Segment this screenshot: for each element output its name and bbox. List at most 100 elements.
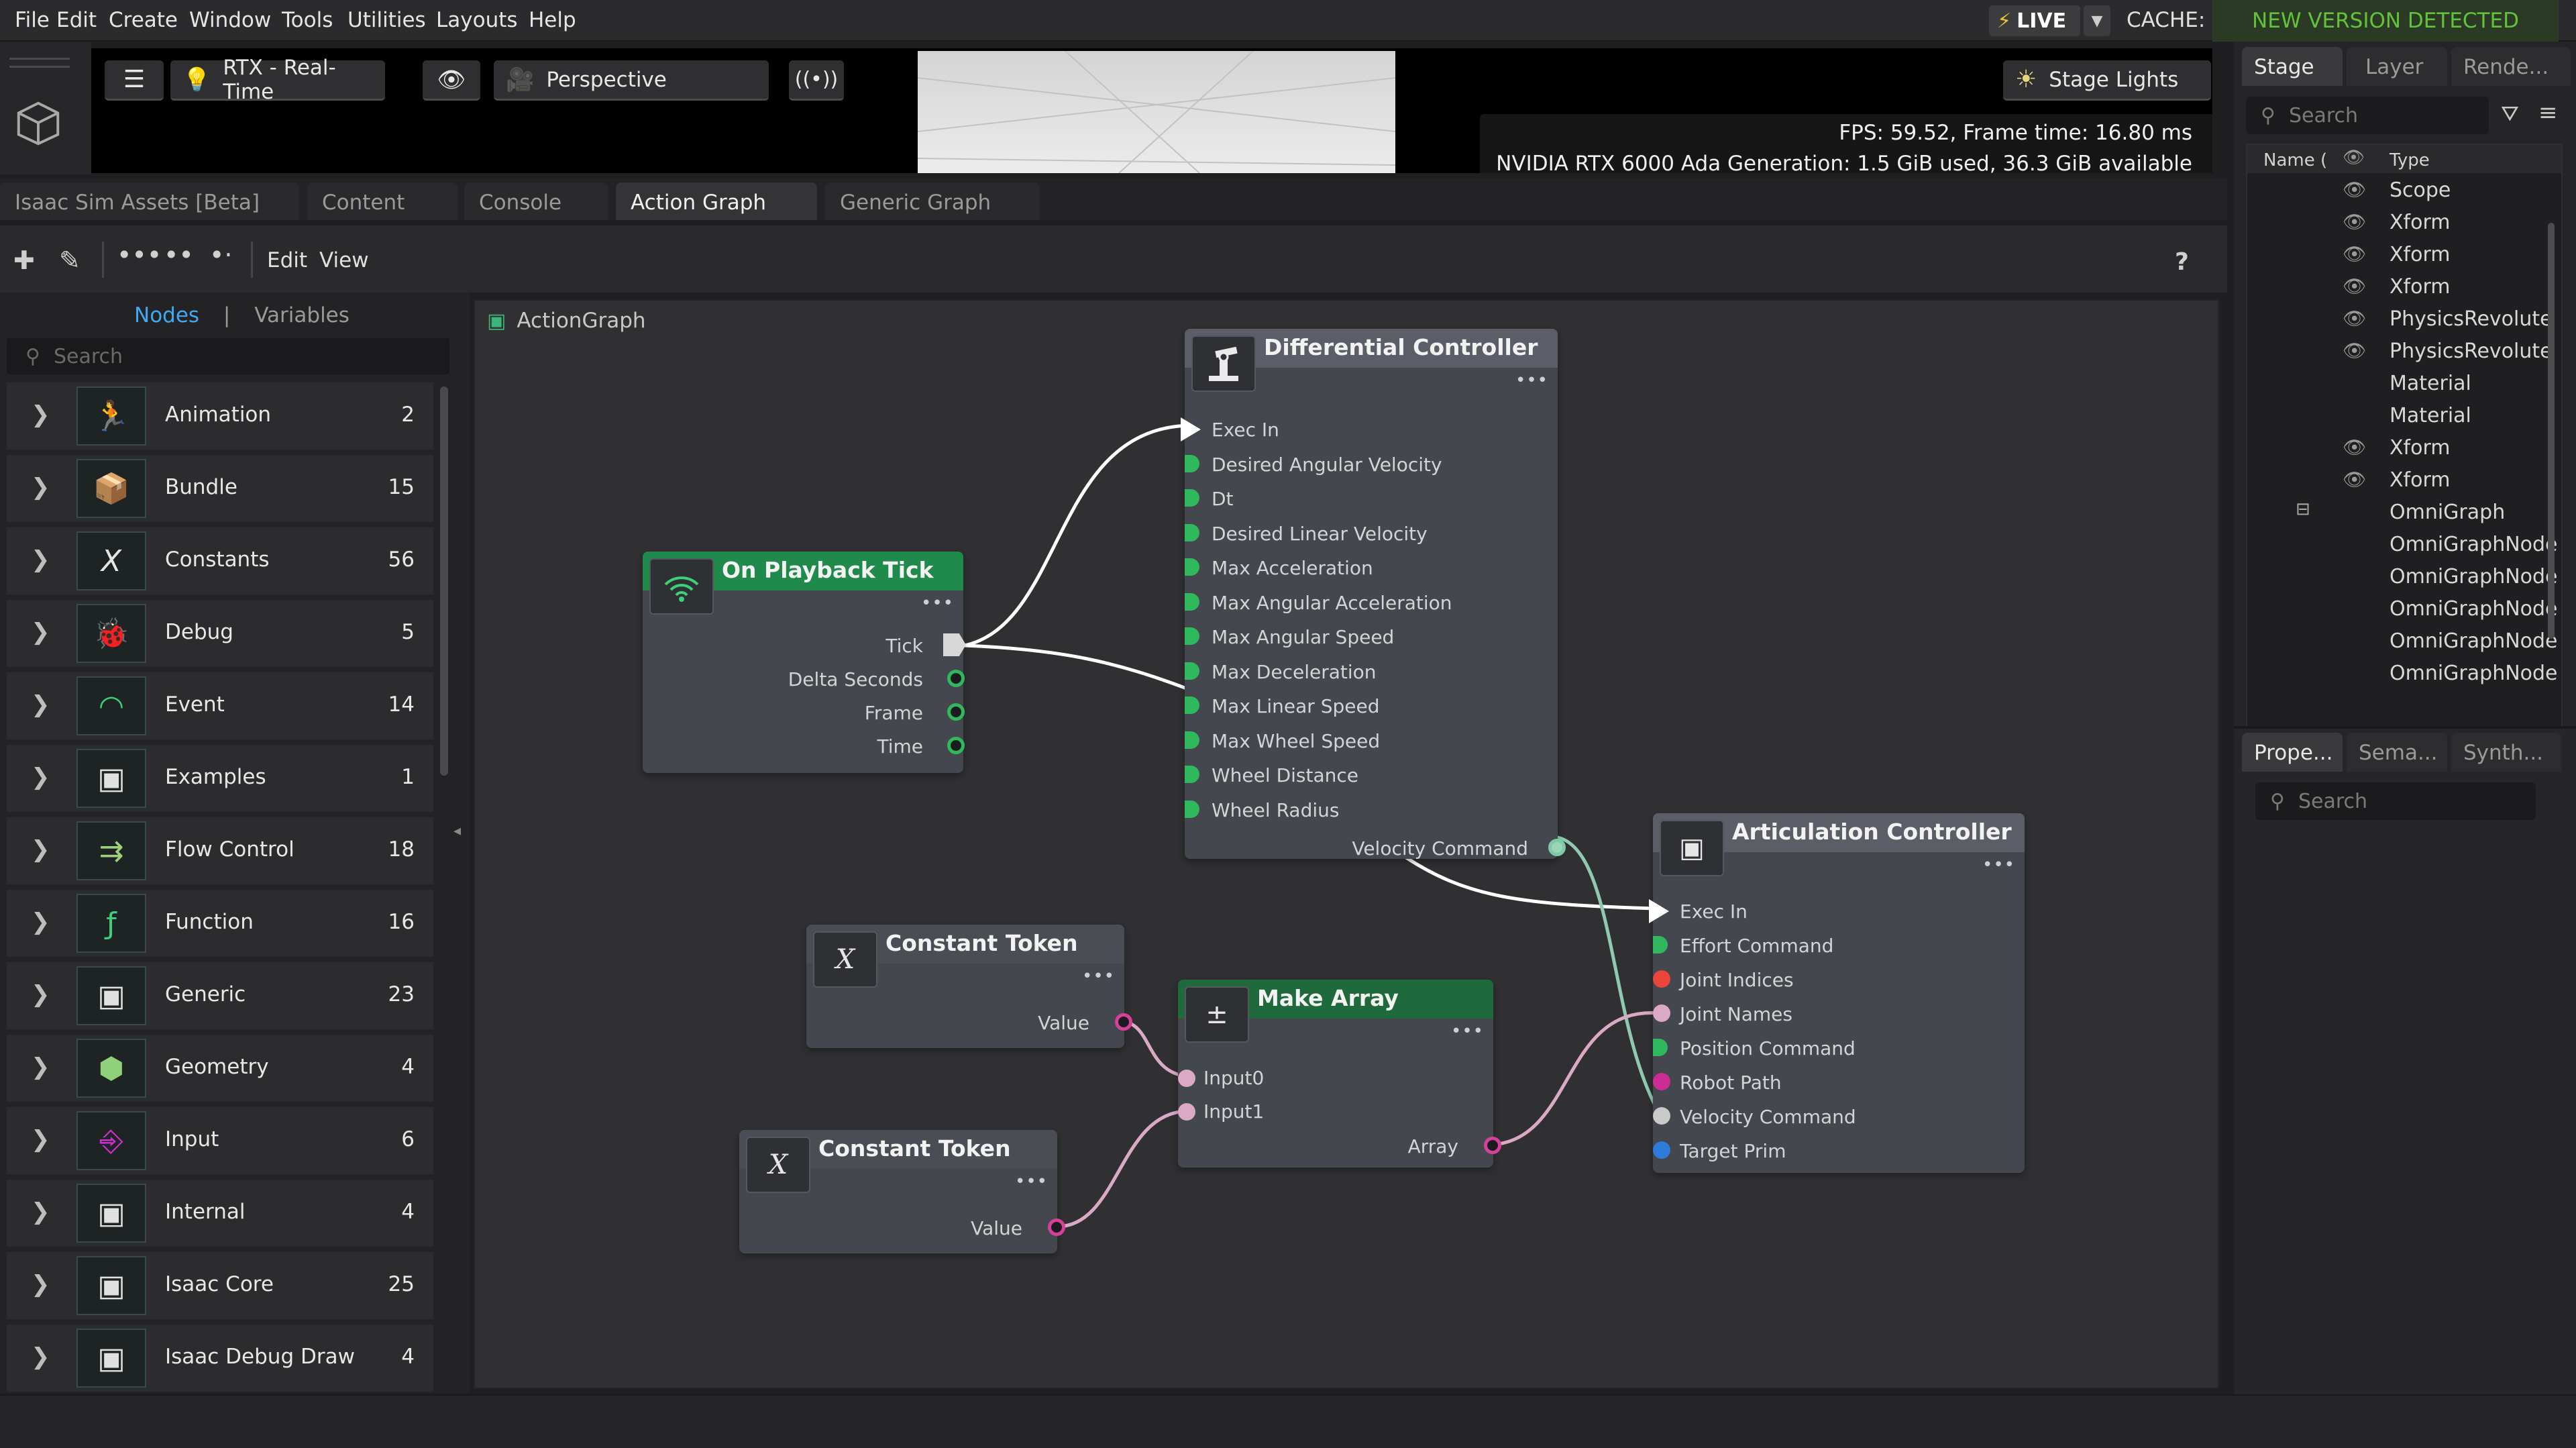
tab-variables[interactable]: Variables xyxy=(254,303,350,327)
eye-icon[interactable]: 👁 xyxy=(2343,340,2367,362)
node-constant-token[interactable]: X Constant Token ••• Value xyxy=(739,1130,1065,1253)
stage-row[interactable]: 👁 Xform xyxy=(2247,239,2561,271)
eye-icon[interactable]: 👁 xyxy=(2343,178,2367,201)
pencil-icon[interactable]: ✎ xyxy=(59,246,80,275)
chevron-right-icon[interactable]: ❯ xyxy=(31,619,50,645)
input-pin[interactable] xyxy=(1653,1141,1670,1159)
chevron-right-icon[interactable]: ❯ xyxy=(31,546,50,573)
eye-icon[interactable]: 👁 xyxy=(2343,275,2367,297)
more-icon[interactable]: ••• xyxy=(921,593,954,613)
stage-row[interactable]: 👁 Scope xyxy=(2247,174,2561,207)
input-pin[interactable] xyxy=(1185,766,1199,783)
stage-row[interactable]: OmniGraphNode xyxy=(2247,625,2561,658)
chevron-right-icon[interactable]: ❯ xyxy=(31,1343,50,1370)
node-on-playback-tick[interactable]: On Playback Tick ••• Tick Delta Seconds … xyxy=(643,552,966,773)
chevron-right-icon[interactable]: ❯ xyxy=(31,909,50,935)
view-menu[interactable]: View xyxy=(319,248,369,272)
input-pin[interactable] xyxy=(1178,1103,1195,1121)
library-category[interactable]: ❯ ƒ Function 16 xyxy=(7,890,433,957)
tab-console[interactable]: Console xyxy=(464,183,608,220)
select-cube-icon[interactable] xyxy=(12,97,64,149)
output-pin[interactable] xyxy=(947,670,965,687)
stage-row[interactable]: Material xyxy=(2247,368,2561,400)
input-pin[interactable] xyxy=(1185,454,1199,472)
input-pin[interactable] xyxy=(1653,1004,1670,1022)
eye-icon[interactable]: 👁 xyxy=(2343,468,2367,490)
camera-button[interactable]: 🎥 Perspective xyxy=(494,60,769,101)
chevron-right-icon[interactable]: ❯ xyxy=(31,691,50,718)
menu-tools[interactable]: Tools xyxy=(282,8,333,32)
stage-row[interactable]: 👁 PhysicsRevolute xyxy=(2247,303,2561,335)
library-category[interactable]: ❯ ⇉ Flow Control 18 xyxy=(7,817,433,884)
menu-window[interactable]: Window xyxy=(189,8,271,32)
tab-render[interactable]: Rende... xyxy=(2451,47,2571,86)
input-pin[interactable] xyxy=(1185,662,1199,680)
input-pin[interactable] xyxy=(1653,1073,1670,1090)
library-category[interactable]: ❯ X Constants 56 xyxy=(7,527,433,594)
input-pin[interactable] xyxy=(1653,970,1670,988)
menu-file[interactable]: File xyxy=(15,8,50,32)
input-pin[interactable] xyxy=(1185,558,1199,576)
eye-icon[interactable]: 👁 xyxy=(2343,307,2367,329)
tab-stage[interactable]: Stage xyxy=(2242,47,2343,86)
help-icon[interactable]: ? xyxy=(2175,248,2189,276)
collapse-icon[interactable]: ⊟ xyxy=(2296,499,2310,519)
visibility-button[interactable]: 👁 xyxy=(423,60,480,101)
node-make-array[interactable]: ± Make Array ••• Input0 Input1 Array xyxy=(1178,980,1501,1168)
input-pin[interactable] xyxy=(1185,696,1199,714)
live-dropdown-button[interactable]: ▼ xyxy=(2084,5,2110,36)
tab-properties[interactable]: Prope... xyxy=(2242,733,2343,772)
layout-icon[interactable]: ••• xyxy=(117,240,162,270)
more-icon[interactable]: ••• xyxy=(1082,966,1115,986)
menu-utilities[interactable]: Utilities xyxy=(347,8,426,32)
chevron-right-icon[interactable]: ❯ xyxy=(31,836,50,863)
stage-row[interactable]: 👁 Xform xyxy=(2247,432,2561,464)
library-scrollbar[interactable] xyxy=(440,386,448,776)
stage-row[interactable]: 👁 Xform xyxy=(2247,464,2561,497)
input-pin[interactable] xyxy=(1185,800,1199,818)
output-pin[interactable] xyxy=(1484,1137,1501,1154)
library-category[interactable]: ❯ ◠ Event 14 xyxy=(7,672,433,739)
input-pin[interactable] xyxy=(1185,489,1199,507)
chevron-right-icon[interactable]: ❯ xyxy=(31,981,50,1008)
stage-row[interactable]: OmniGraphNode xyxy=(2247,593,2561,625)
input-pin[interactable] xyxy=(1653,1107,1670,1125)
library-category[interactable]: ❯ ⬢ Geometry 4 xyxy=(7,1035,433,1102)
library-category[interactable]: ❯ 🐞 Debug 5 xyxy=(7,600,433,667)
more-icon[interactable]: ••• xyxy=(1515,370,1548,391)
input-pin[interactable] xyxy=(1185,592,1199,611)
menu-layouts[interactable]: Layouts xyxy=(436,8,518,32)
more-icon[interactable]: ••• xyxy=(1451,1021,1484,1041)
menu-edit[interactable]: Edit xyxy=(56,8,97,32)
library-category[interactable]: ❯ 🏃 Animation 2 xyxy=(7,382,433,450)
stage-row[interactable]: OmniGraphNode xyxy=(2247,561,2561,593)
more-icon[interactable]: ••• xyxy=(1015,1172,1048,1192)
filter-icon[interactable]: ⛛ xyxy=(2501,101,2519,127)
chevron-right-icon[interactable]: ❯ xyxy=(31,764,50,790)
node-articulation-controller[interactable]: ▣ Articulation Controller ••• Exec In Eff… xyxy=(1649,813,2025,1173)
chevron-right-icon[interactable]: ❯ xyxy=(31,1126,50,1153)
layout-icon[interactable]: •· xyxy=(209,240,233,270)
input-pin[interactable] xyxy=(1185,627,1199,645)
column-type[interactable]: Type xyxy=(2390,150,2430,170)
stage-lights-button[interactable]: ☀ Stage Lights xyxy=(2003,60,2211,101)
stage-row[interactable]: Material xyxy=(2247,400,2561,432)
output-pin[interactable] xyxy=(947,703,965,721)
menu-icon[interactable]: ≡ xyxy=(2538,99,2558,126)
stage-row[interactable]: OmniGraphNode xyxy=(2247,529,2561,561)
eye-icon[interactable]: 👁 xyxy=(2343,211,2367,233)
collapse-icon[interactable]: ◂ xyxy=(453,823,461,839)
library-category[interactable]: ❯ ▣ Isaac Debug Draw 4 xyxy=(7,1325,433,1392)
library-search-input[interactable]: ⚲ Search xyxy=(7,338,449,374)
node-constant-token[interactable]: X Constant Token ••• Value xyxy=(806,925,1132,1048)
node-differential-controller[interactable]: Differential Controller ••• Exec In Desir… xyxy=(1181,329,1566,860)
chevron-right-icon[interactable]: ❯ xyxy=(31,1271,50,1298)
eye-icon[interactable]: 👁 xyxy=(2343,436,2367,458)
stage-search-input[interactable]: ⚲ Search xyxy=(2246,97,2489,134)
chevron-right-icon[interactable]: ❯ xyxy=(31,1053,50,1080)
more-icon[interactable]: ••• xyxy=(1982,855,2015,875)
new-version-banner[interactable]: NEW VERSION DETECTED xyxy=(2212,0,2559,42)
tab-content[interactable]: Content xyxy=(307,183,458,220)
tab-generic-graph[interactable]: Generic Graph xyxy=(825,183,1040,220)
chevron-right-icon[interactable]: ❯ xyxy=(31,1198,50,1225)
